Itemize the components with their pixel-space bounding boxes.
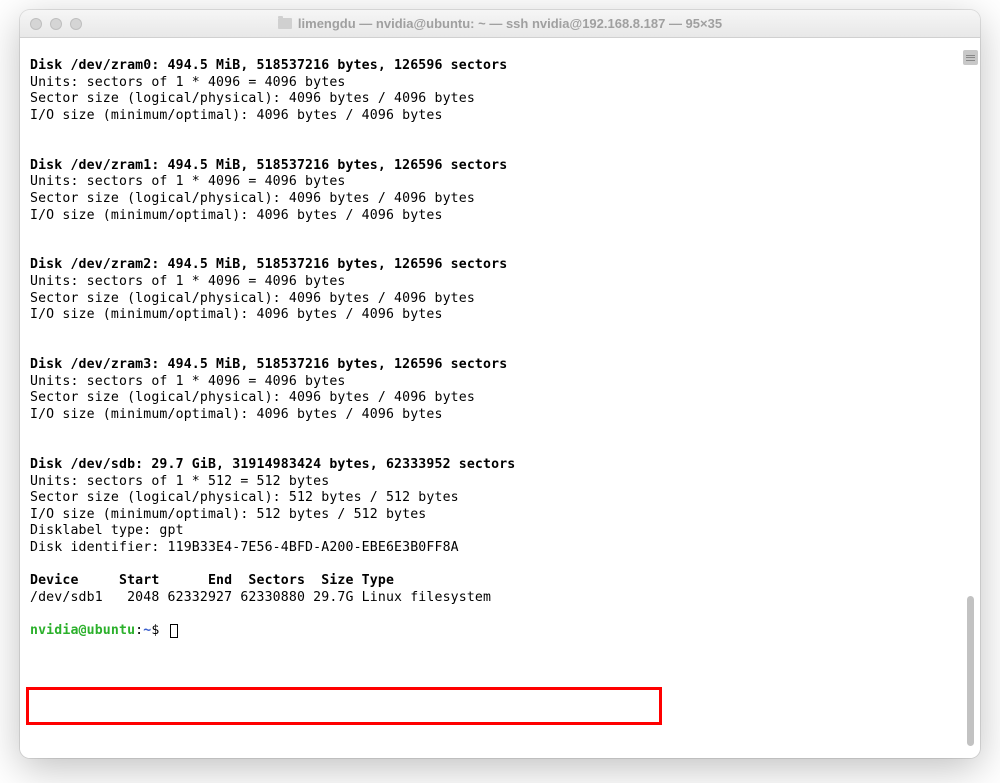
disk-zram3: Disk /dev/zram3: 494.5 MiB, 518537216 by… [30, 357, 970, 424]
disk-header: Disk /dev/zram1: 494.5 MiB, 518537216 by… [30, 158, 507, 173]
cursor [170, 624, 178, 638]
disk-zram0: Disk /dev/zram0: 494.5 MiB, 518537216 by… [30, 58, 970, 125]
folder-icon [278, 18, 292, 29]
disk-io: I/O size (minimum/optimal): 4096 bytes /… [30, 307, 443, 322]
disk-io: I/O size (minimum/optimal): 512 bytes / … [30, 507, 426, 522]
highlight-box [26, 687, 662, 725]
disk-units: Units: sectors of 1 * 512 = 512 bytes [30, 474, 329, 489]
disk-header: Disk /dev/zram3: 494.5 MiB, 518537216 by… [30, 357, 507, 372]
disk-sector: Sector size (logical/physical): 4096 byt… [30, 91, 475, 106]
prompt: nvidia@ubuntu:~$ [30, 623, 178, 638]
scrollbar[interactable] [963, 50, 978, 752]
disk-sdb: Disk /dev/sdb: 29.7 GiB, 31914983424 byt… [30, 457, 970, 607]
titlebar[interactable]: limengdu — nvidia@ubuntu: ~ — ssh nvidia… [20, 10, 980, 38]
terminal-output[interactable]: Disk /dev/zram0: 494.5 MiB, 518537216 by… [20, 38, 980, 650]
traffic-lights [30, 18, 82, 30]
disk-ident: Disk identifier: 119B33E4-7E56-4BFD-A200… [30, 540, 459, 555]
prompt-userhost: nvidia@ubuntu [30, 623, 135, 638]
minimize-button[interactable] [50, 18, 62, 30]
disk-header: Disk /dev/zram0: 494.5 MiB, 518537216 by… [30, 58, 507, 73]
disk-io: I/O size (minimum/optimal): 4096 bytes /… [30, 407, 443, 422]
window-title: limengdu — nvidia@ubuntu: ~ — ssh nvidia… [20, 16, 980, 31]
partition-header: Device Start End Sectors Size Type [30, 573, 394, 588]
disk-label: Disklabel type: gpt [30, 523, 184, 538]
disk-io: I/O size (minimum/optimal): 4096 bytes /… [30, 208, 443, 223]
terminal-window: limengdu — nvidia@ubuntu: ~ — ssh nvidia… [20, 10, 980, 758]
scrollbar-thumb[interactable] [967, 596, 974, 746]
disk-zram1: Disk /dev/zram1: 494.5 MiB, 518537216 by… [30, 158, 970, 225]
disk-sector: Sector size (logical/physical): 512 byte… [30, 490, 459, 505]
disk-units: Units: sectors of 1 * 4096 = 4096 bytes [30, 174, 346, 189]
prompt-dollar: $ [151, 623, 159, 638]
scrollbar-menu-icon[interactable] [963, 50, 978, 65]
disk-sector: Sector size (logical/physical): 4096 byt… [30, 291, 475, 306]
maximize-button[interactable] [70, 18, 82, 30]
disk-io: I/O size (minimum/optimal): 4096 bytes /… [30, 108, 443, 123]
disk-units: Units: sectors of 1 * 4096 = 4096 bytes [30, 75, 346, 90]
disk-sector: Sector size (logical/physical): 4096 byt… [30, 191, 475, 206]
window-title-text: limengdu — nvidia@ubuntu: ~ — ssh nvidia… [298, 16, 722, 31]
partition-row: /dev/sdb1 2048 62332927 62330880 29.7G L… [30, 590, 491, 605]
disk-units: Units: sectors of 1 * 4096 = 4096 bytes [30, 274, 346, 289]
disk-header: Disk /dev/zram2: 494.5 MiB, 518537216 by… [30, 257, 507, 272]
close-button[interactable] [30, 18, 42, 30]
disk-header: Disk /dev/sdb: 29.7 GiB, 31914983424 byt… [30, 457, 515, 472]
disk-zram2: Disk /dev/zram2: 494.5 MiB, 518537216 by… [30, 257, 970, 324]
disk-units: Units: sectors of 1 * 4096 = 4096 bytes [30, 374, 346, 389]
disk-sector: Sector size (logical/physical): 4096 byt… [30, 390, 475, 405]
terminal-body[interactable]: Disk /dev/zram0: 494.5 MiB, 518537216 by… [20, 38, 980, 758]
